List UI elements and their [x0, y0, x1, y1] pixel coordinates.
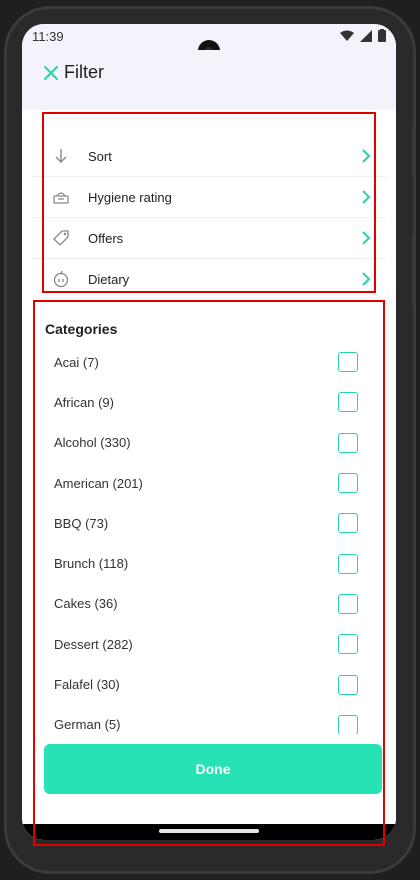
- arrow-down-icon: [55, 149, 67, 163]
- battery-icon: [378, 29, 386, 42]
- screen: 11:39 Filter Sort Hygiene rating Offers …: [22, 24, 396, 840]
- category-label: Dessert (282): [54, 636, 133, 652]
- hygiene-icon: [53, 192, 69, 204]
- category-checkbox[interactable]: [338, 432, 358, 453]
- chevron-right-icon: [362, 190, 371, 204]
- tag-icon: [53, 230, 69, 246]
- category-label: Brunch (118): [54, 556, 129, 572]
- menu-item-label: Dietary: [88, 271, 130, 287]
- category-row-acai[interactable]: Acai (7): [40, 342, 370, 382]
- categories-list[interactable]: Acai (7) African (9) Alcohol (330) Ameri…: [40, 342, 370, 734]
- filter-menu: Sort Hygiene rating Offers Dietary: [32, 136, 386, 299]
- menu-item-hygiene-rating[interactable]: Hygiene rating: [32, 177, 386, 218]
- category-checkbox[interactable]: [338, 674, 358, 695]
- category-row-falafel[interactable]: Falafel (30): [40, 664, 370, 704]
- category-label: Alcohol (330): [54, 435, 131, 451]
- category-row-dessert[interactable]: Dessert (282): [40, 624, 370, 664]
- page-title: Filter: [64, 62, 104, 82]
- category-label: German (5): [54, 717, 121, 733]
- category-checkbox[interactable]: [338, 593, 358, 614]
- navigation-bar: [22, 824, 396, 840]
- categories-title: Categories: [45, 321, 118, 337]
- menu-item-label: Sort: [88, 148, 112, 164]
- menu-item-offers[interactable]: Offers: [32, 218, 386, 259]
- status-time: 11:39: [32, 29, 64, 44]
- volume-button: [412, 236, 416, 306]
- category-checkbox[interactable]: [338, 634, 358, 655]
- home-handle[interactable]: [159, 829, 259, 833]
- wifi-icon: [340, 30, 354, 41]
- chevron-right-icon: [362, 149, 371, 163]
- status-icons: [340, 29, 386, 42]
- power-button: [412, 126, 416, 176]
- category-row-bbq[interactable]: BBQ (73): [40, 503, 370, 543]
- category-checkbox[interactable]: [338, 553, 358, 574]
- category-row-american[interactable]: American (201): [40, 463, 370, 503]
- signal-icon: [360, 29, 372, 42]
- category-label: Cakes (36): [54, 596, 118, 612]
- chevron-right-icon: [362, 272, 371, 286]
- menu-item-label: Offers: [88, 230, 124, 246]
- category-label: BBQ (73): [54, 515, 109, 531]
- category-checkbox[interactable]: [338, 513, 358, 534]
- done-button[interactable]: Done: [44, 744, 382, 794]
- category-row-african[interactable]: African (9): [40, 382, 370, 422]
- chevron-right-icon: [362, 231, 371, 245]
- menu-item-dietary[interactable]: Dietary: [32, 259, 386, 299]
- category-checkbox[interactable]: [338, 392, 358, 413]
- apple-icon: [53, 270, 69, 288]
- category-row-german[interactable]: German (5): [40, 705, 370, 734]
- header: Filter: [22, 50, 396, 110]
- category-row-brunch[interactable]: Brunch (118): [40, 543, 370, 583]
- menu-item-label: Hygiene rating: [88, 189, 172, 205]
- menu-item-sort[interactable]: Sort: [32, 136, 386, 177]
- category-label: African (9): [54, 394, 114, 410]
- category-label: Acai (7): [54, 354, 99, 370]
- category-label: American (201): [54, 475, 143, 491]
- category-checkbox[interactable]: [338, 352, 358, 373]
- category-row-alcohol[interactable]: Alcohol (330): [40, 423, 370, 463]
- category-label: Falafel (30): [54, 677, 120, 693]
- category-checkbox[interactable]: [338, 714, 358, 734]
- close-icon[interactable]: [42, 64, 60, 82]
- category-checkbox[interactable]: [338, 473, 358, 494]
- category-row-cakes[interactable]: Cakes (36): [40, 584, 370, 624]
